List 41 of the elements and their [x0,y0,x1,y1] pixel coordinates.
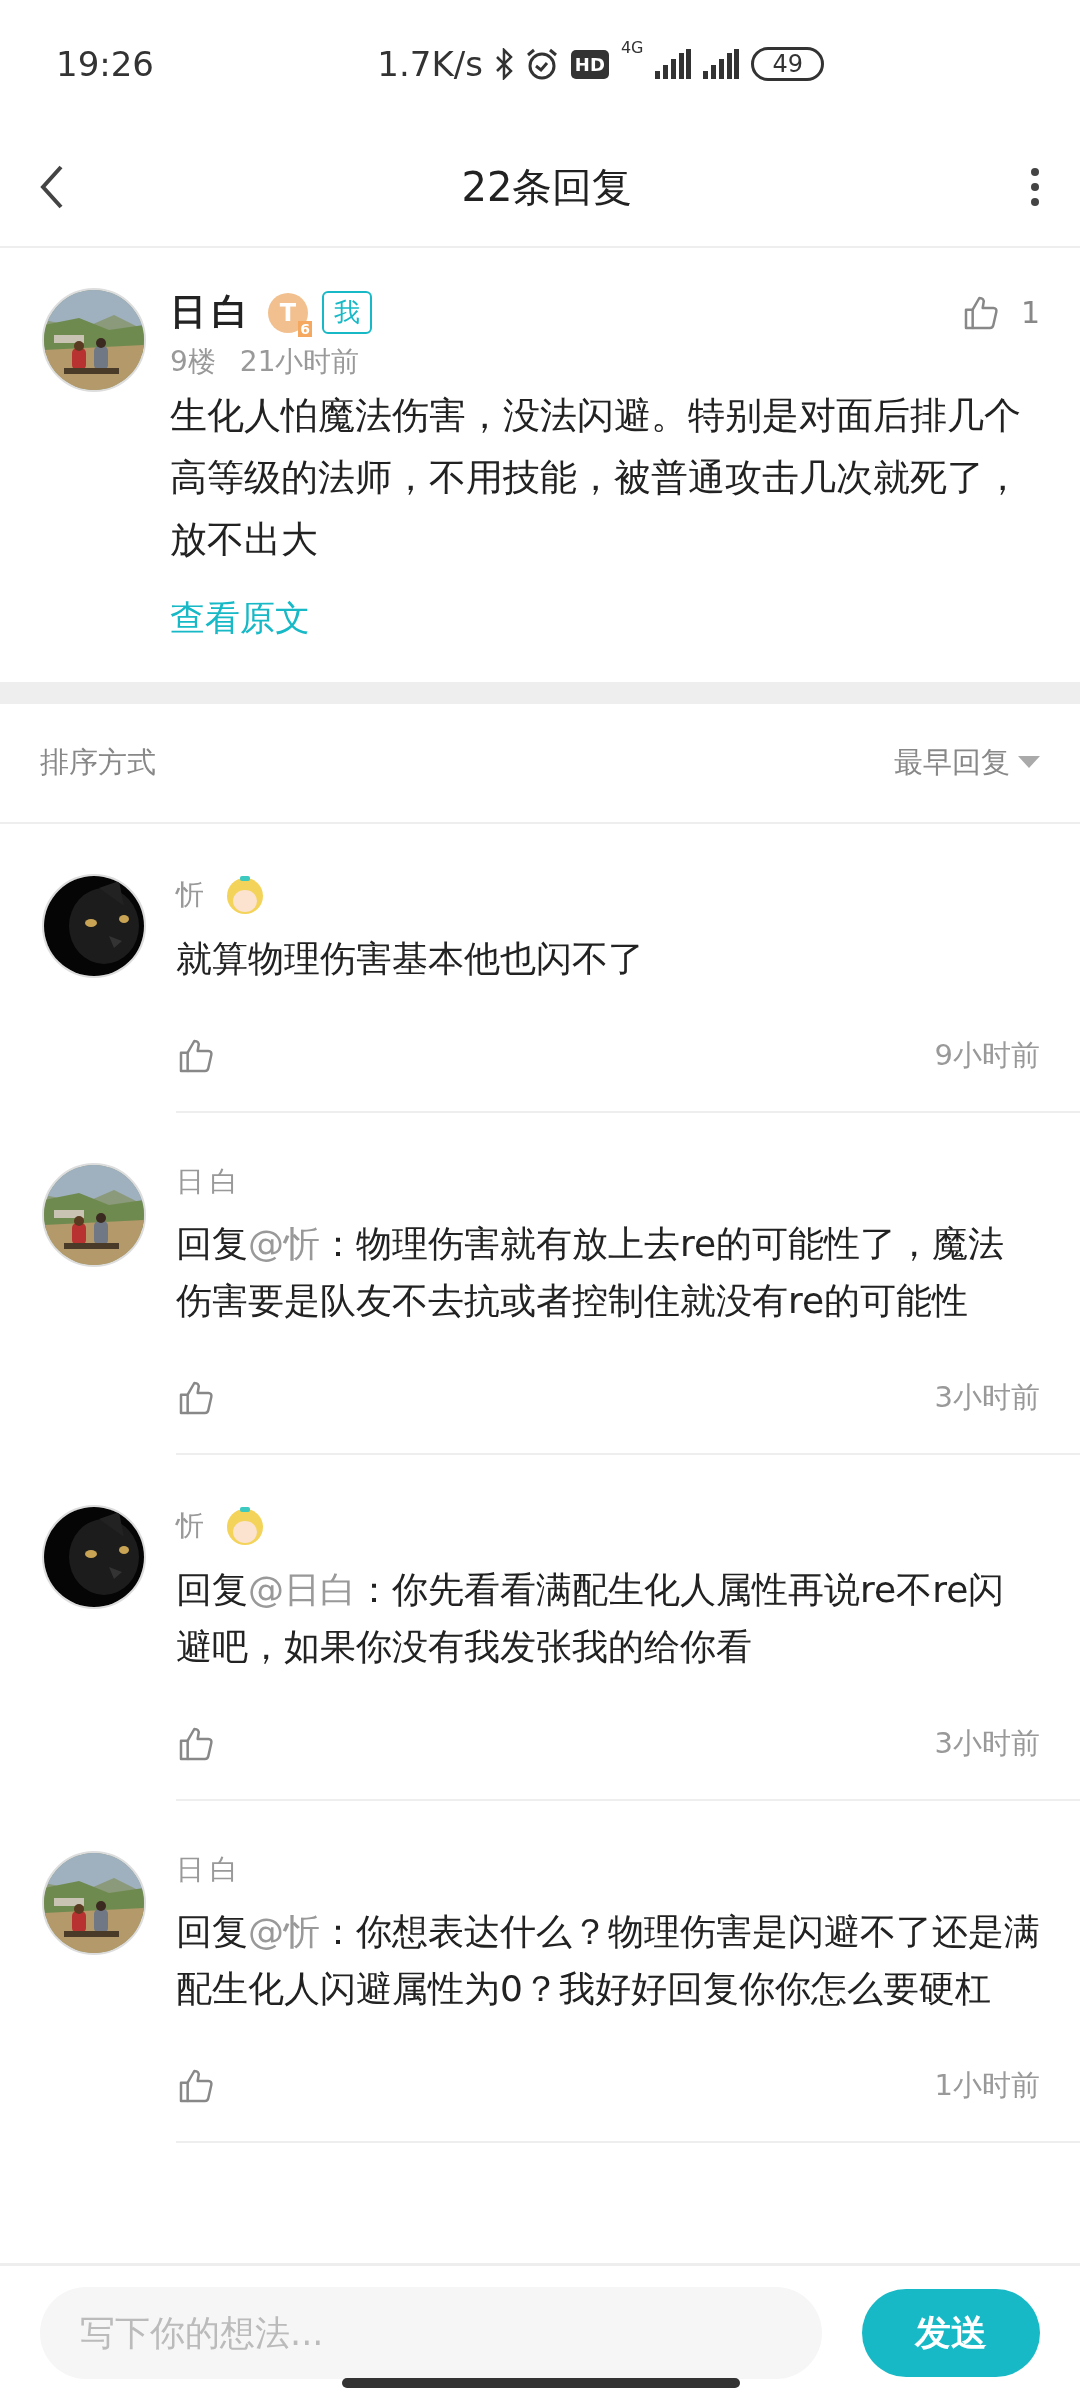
sort-label: 排序方式 [40,744,156,781]
reply-text: 回复@忻：物理伤害就有放上去re的可能性了，魔法伤害要是队友不去抗或者控制住就没有re的可能性 [176,1222,1006,1323]
mention-link[interactable]: @日白 [248,1569,356,1610]
mention-link[interactable]: @忻 [248,1911,320,1952]
more-icon[interactable] [1030,167,1040,207]
reply-text: 回复@忻：你想表达什么？物理伤害是闪避不了还是满配生化人闪避属性为0？我好好回复你你怎么要硬杠 [176,1910,1040,2011]
network-speed: 1.7K/s [377,44,483,84]
hd-icon: HD [570,49,609,79]
alarm-icon [524,47,559,81]
sort-value[interactable]: 最早回复 [894,743,1010,783]
page-title: 22条回复 [460,162,634,212]
reply-time: 1小时前 [934,2067,1040,2104]
owner-tag: 我 [322,291,372,334]
mention-link[interactable]: @忻 [248,1223,320,1264]
sticker-icon [224,874,266,916]
floor-number: 9楼 [170,344,216,380]
reply-author[interactable]: 忻 [176,876,210,914]
network-type: 4G [620,38,644,57]
signal-icon [655,49,692,79]
author-name[interactable]: 日白 [170,288,254,337]
signal-icon [703,49,740,79]
reply-time: 9小时前 [934,1037,1040,1074]
sticker-icon [224,1505,266,1547]
reply-author[interactable]: 日白 [176,1163,244,1201]
comment-text: 生化人怕魔法伤害，没法闪避。特别是对面后排几个高等级的法师，不用技能，被普通攻击几次就死了，放不出大 [170,393,1022,563]
reply-author[interactable]: 忻 [176,1507,210,1545]
back-icon[interactable] [40,165,64,209]
like-count: 1 [1020,295,1040,330]
clock: 19:26 [56,44,154,84]
comment-input[interactable]: 写下你的想法... [40,2287,822,2379]
caret-icon[interactable] [1018,756,1040,770]
bluetooth-icon [494,48,513,80]
reply-time: 3小时前 [934,1379,1040,1416]
post-time: 21小时前 [239,344,360,380]
reply-text: 就算物理伤害基本他也闪不了 [176,937,645,981]
view-original-link[interactable]: 查看原文 [170,595,310,642]
send-button[interactable]: 发送 [862,2289,1040,2377]
reply-text: 回复@日白：你先看看满配生化人属性再说re不re闪避吧，如果你没有我发张我的给你看 [176,1568,1006,1669]
battery-indicator: 49 [751,47,824,81]
reply-author[interactable]: 日白 [176,1851,244,1889]
reply-time: 3小时前 [934,1725,1040,1762]
